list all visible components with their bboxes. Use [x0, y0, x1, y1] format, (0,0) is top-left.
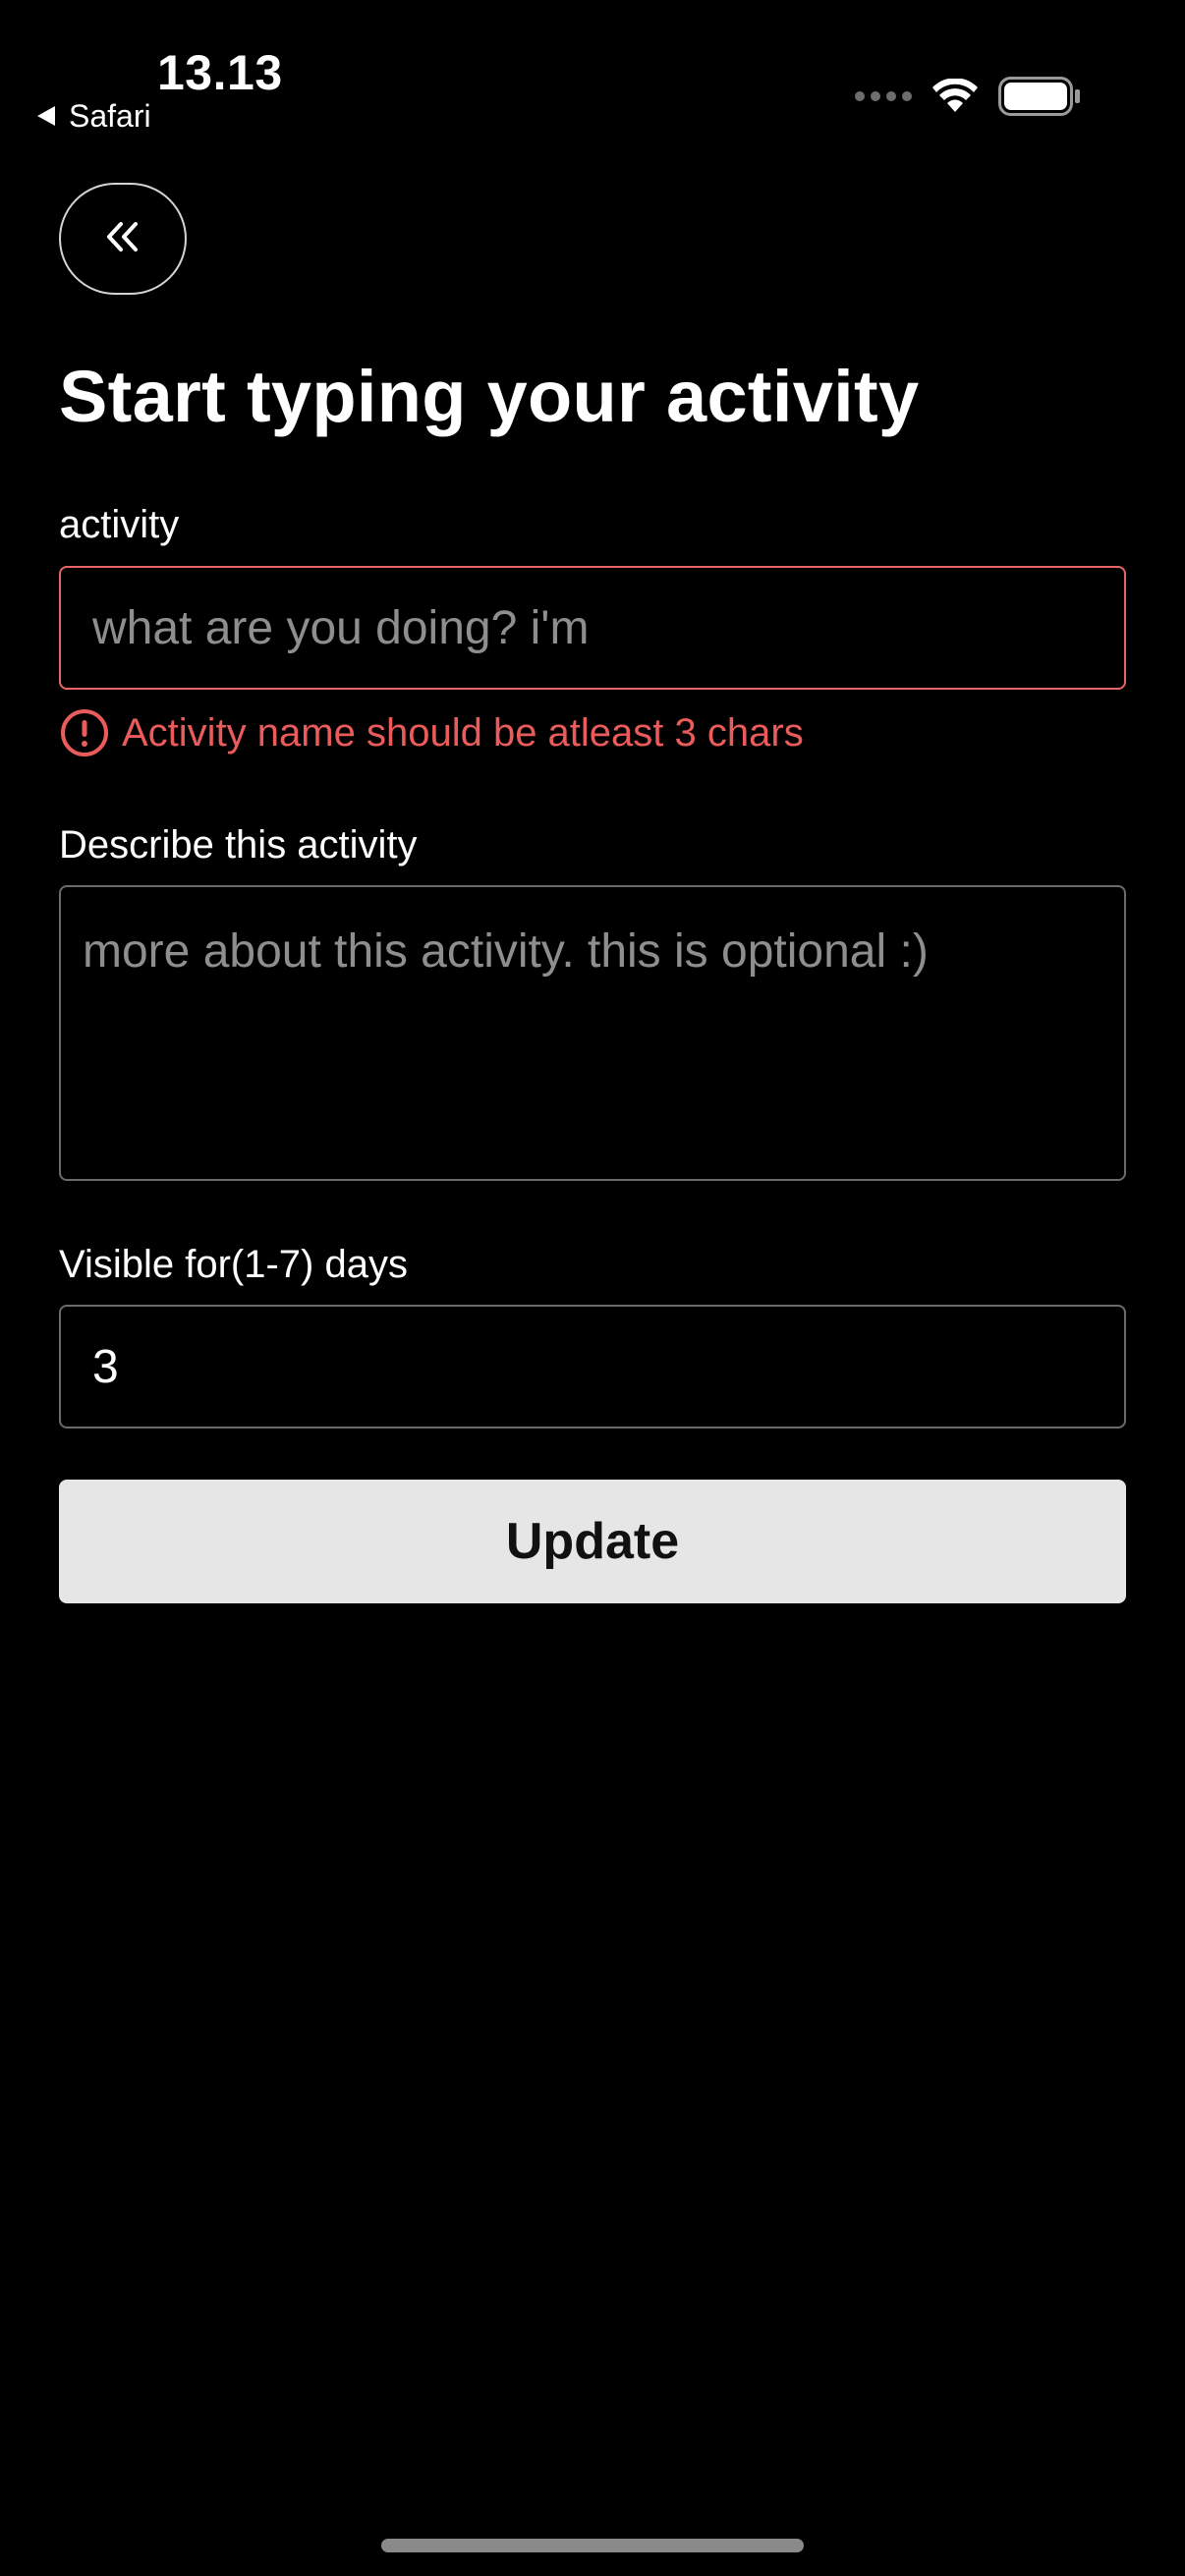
visible-days-label: Visible for(1-7) days	[59, 1243, 408, 1286]
battery-icon	[998, 77, 1081, 116]
back-button[interactable]	[59, 183, 187, 295]
description-label: Describe this activity	[59, 823, 418, 867]
description-textarea[interactable]	[59, 885, 1126, 1181]
double-chevron-left-icon	[104, 220, 141, 258]
activity-input[interactable]	[59, 566, 1126, 690]
signal-dots-icon	[855, 90, 912, 102]
alert-circle-icon	[59, 707, 110, 758]
wifi-icon	[931, 79, 979, 114]
activity-label: activity	[59, 503, 180, 546]
back-app-label: Safari	[69, 98, 151, 134]
visible-days-input[interactable]	[59, 1305, 1126, 1428]
status-time: 13.13	[157, 45, 283, 100]
update-button[interactable]: Update	[59, 1480, 1126, 1603]
activity-error-text: Activity name should be atleast 3 chars	[122, 711, 804, 755]
back-triangle-icon	[35, 104, 57, 128]
back-to-safari-link[interactable]: Safari	[35, 96, 151, 136]
activity-error: Activity name should be atleast 3 chars	[59, 705, 804, 760]
home-indicator[interactable]	[381, 2539, 804, 2552]
page-title: Start typing your activity	[59, 356, 920, 437]
status-icons	[855, 75, 1081, 118]
